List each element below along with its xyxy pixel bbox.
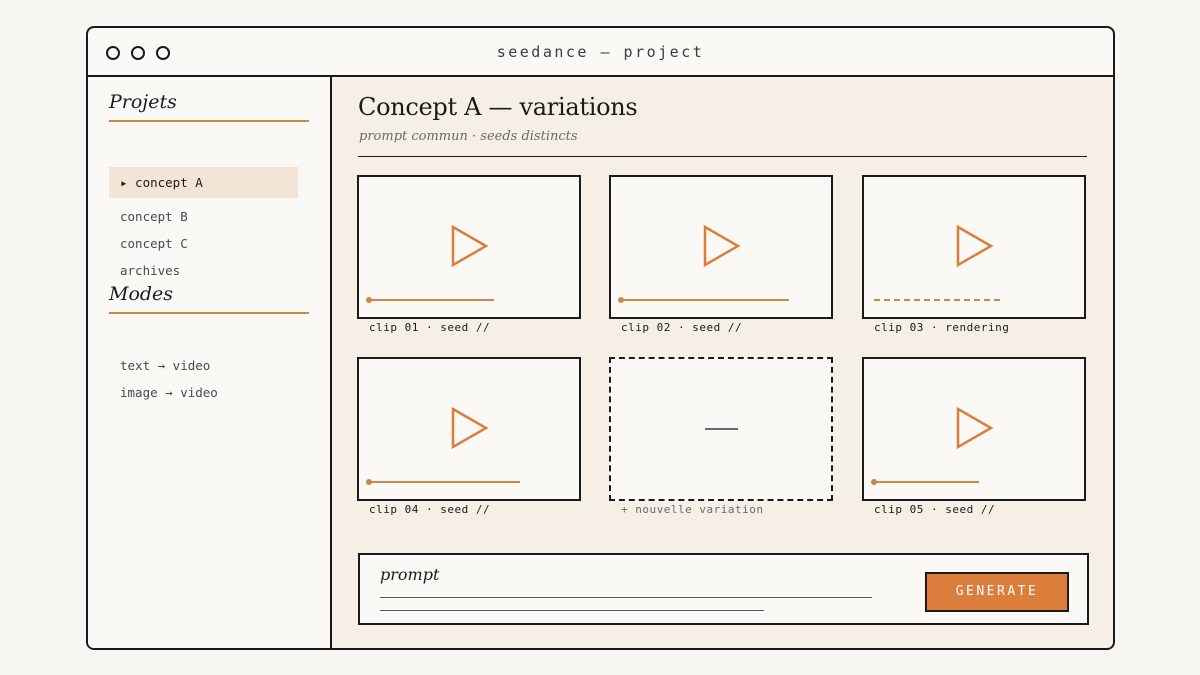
clip-progress-bar[interactable] xyxy=(366,297,494,303)
clip-caption: clip 01 · seed // xyxy=(369,321,491,334)
clip-card[interactable] xyxy=(862,175,1086,319)
play-icon[interactable] xyxy=(702,224,742,268)
app-window: seedance — project Projets ▸ concept A c… xyxy=(86,26,1115,650)
main-panel: Concept A — variations prompt commun · s… xyxy=(332,77,1113,648)
clip-card[interactable] xyxy=(357,175,581,319)
prompt-input-line[interactable] xyxy=(380,597,872,598)
clip-progress-bar[interactable] xyxy=(618,297,789,303)
prompt-input-line[interactable] xyxy=(380,610,764,611)
sidebar-item-concept-a[interactable]: ▸ concept A xyxy=(109,167,298,198)
new-variation-caption[interactable]: + nouvelle variation xyxy=(621,503,763,516)
sidebar: Projets ▸ concept A concept B concept C … xyxy=(88,77,332,648)
modes-heading: Modes xyxy=(109,283,309,314)
new-variation-card[interactable] xyxy=(609,357,833,501)
play-icon[interactable] xyxy=(955,406,995,450)
rendering-indicator xyxy=(874,299,1000,301)
play-icon[interactable] xyxy=(955,224,995,268)
clip-card[interactable] xyxy=(357,357,581,501)
generate-button[interactable]: GENERATE xyxy=(925,572,1069,612)
clip-caption: clip 02 · seed // xyxy=(621,321,743,334)
page-subtitle: prompt commun · seeds distincts xyxy=(359,129,578,144)
clip-progress-bar[interactable] xyxy=(871,479,979,485)
placeholder-dash-icon xyxy=(705,428,738,430)
page-title: Concept A — variations xyxy=(358,93,638,121)
projects-heading: Projets xyxy=(109,91,309,122)
sidebar-item-image-to-video[interactable]: image → video xyxy=(109,377,298,408)
play-icon[interactable] xyxy=(450,406,490,450)
prompt-panel: prompt GENERATE xyxy=(358,553,1089,625)
clip-card[interactable] xyxy=(609,175,833,319)
title-bar: seedance — project xyxy=(88,28,1113,77)
play-icon[interactable] xyxy=(450,224,490,268)
clip-progress-bar[interactable] xyxy=(366,479,520,485)
window-title: seedance — project xyxy=(496,43,705,61)
header-divider xyxy=(358,156,1087,157)
clip-caption: clip 05 · seed // xyxy=(874,503,996,516)
clip-caption: clip 03 · rendering xyxy=(874,321,1010,334)
prompt-label: prompt xyxy=(380,565,440,584)
sidebar-item-archives[interactable]: archives xyxy=(109,255,298,286)
clip-caption: clip 04 · seed // xyxy=(369,503,491,516)
clip-card[interactable] xyxy=(862,357,1086,501)
